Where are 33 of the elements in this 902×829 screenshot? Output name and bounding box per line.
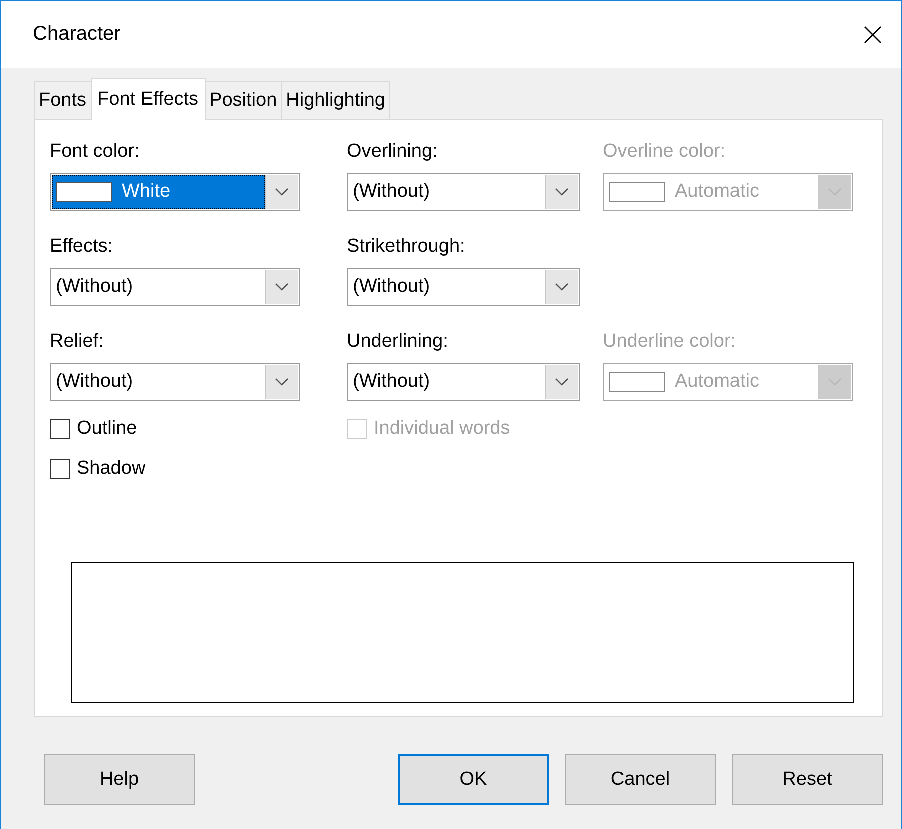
checkbox-label[interactable]: Outline: [77, 418, 138, 440]
field-label: Underline color:: [603, 330, 738, 354]
field-label: Font color:: [50, 140, 141, 164]
field-label: Underlining:: [347, 330, 450, 354]
window-title: Character: [33, 23, 121, 46]
dropdown[interactable]: (Without): [50, 268, 300, 306]
dropdown[interactable]: (Without): [347, 268, 580, 306]
chevron-down-icon: [275, 188, 289, 196]
chevron-down-icon: [275, 378, 289, 386]
checkbox-label[interactable]: Shadow: [77, 458, 146, 480]
chevron-down-icon: [555, 283, 569, 291]
checkbox[interactable]: [50, 459, 70, 479]
chevron-down-icon: [555, 378, 569, 386]
chevron-down-icon: [555, 188, 569, 196]
field-label: Strikethrough:: [347, 235, 466, 259]
tab[interactable]: Fonts: [34, 81, 92, 119]
dropdown[interactable]: (Without): [50, 363, 300, 401]
field-label: Relief:: [50, 330, 105, 354]
close-icon: [864, 26, 882, 44]
color-dropdown[interactable]: White: [50, 173, 300, 211]
chevron-down-icon: [275, 283, 289, 291]
tab[interactable]: Highlighting: [281, 81, 390, 119]
field-label: Overlining:: [347, 140, 439, 164]
dialog-button[interactable]: Cancel: [565, 754, 716, 805]
dialog-button[interactable]: Reset: [732, 754, 883, 805]
dialog-button[interactable]: Help: [44, 754, 195, 805]
dialog-button[interactable]: OK: [398, 754, 549, 805]
field-label: Effects:: [50, 235, 114, 259]
checkbox[interactable]: [50, 419, 70, 439]
field-label: Overline color:: [603, 140, 726, 164]
dropdown[interactable]: (Without): [347, 363, 580, 401]
dropdown[interactable]: (Without): [347, 173, 580, 211]
tab[interactable]: Font Effects: [90, 78, 206, 120]
